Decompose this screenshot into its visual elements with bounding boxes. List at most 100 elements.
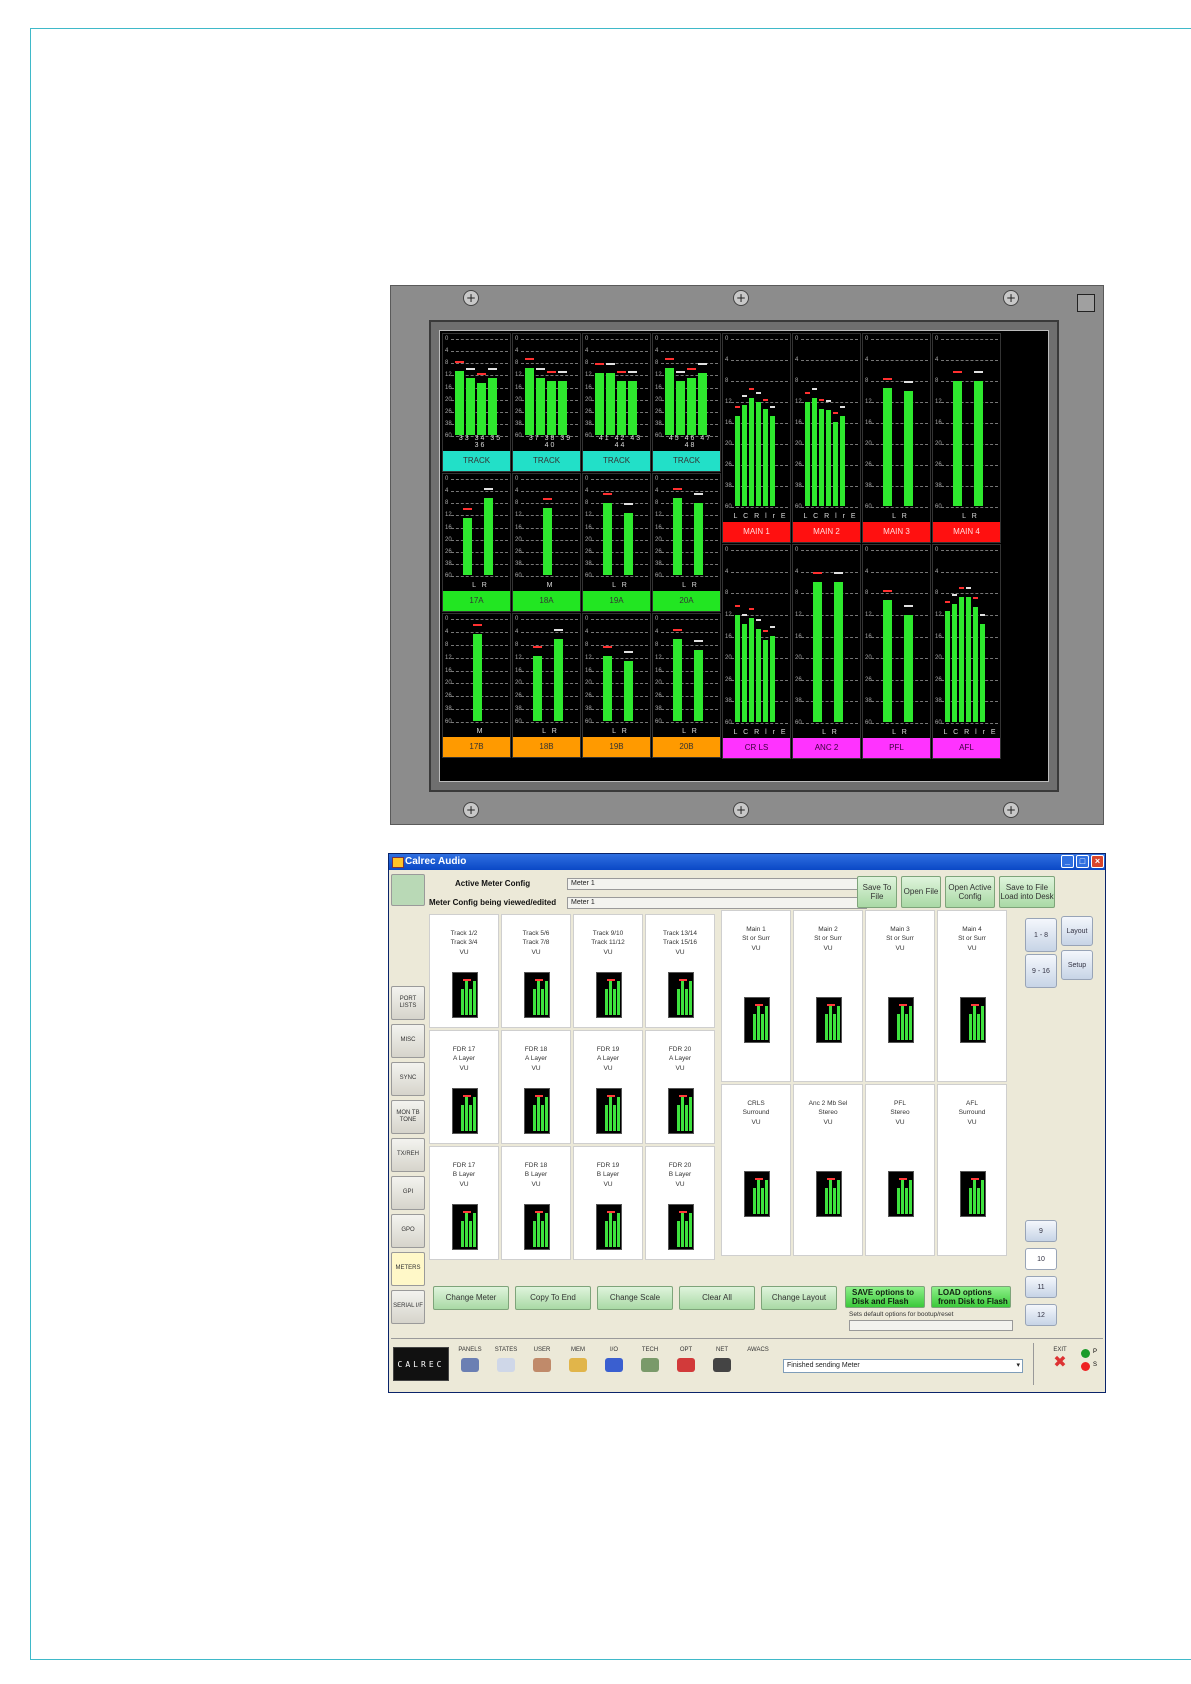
scale-tick <box>731 381 788 383</box>
cell-line: FDR 20 <box>668 1162 692 1169</box>
scale-tick <box>941 571 998 574</box>
level-bar <box>693 650 703 721</box>
meter-config-cell[interactable]: Track 9/10 Track 11/12 VU <box>573 914 643 1028</box>
bottom-button-1[interactable]: Copy To End <box>515 1286 591 1310</box>
cell-line: Track 1/2 <box>450 930 478 937</box>
meter-config-cell[interactable]: FDR 17 A Layer VU <box>429 1030 499 1144</box>
bottom-button-2[interactable]: Change Scale <box>597 1286 673 1310</box>
peak-marker <box>525 358 534 360</box>
nav-item-2[interactable]: SYNC <box>391 1062 425 1096</box>
meter-config-cell[interactable]: FDR 19 A Layer VU <box>573 1030 643 1144</box>
scale-mark: 4 <box>795 568 799 575</box>
peak-marker <box>466 368 475 370</box>
tool-2[interactable]: USER <box>525 1347 559 1383</box>
meter-config-cell[interactable]: FDR 17 B Layer VU <box>429 1146 499 1260</box>
tool-5[interactable]: TECH <box>633 1347 667 1383</box>
minimize-icon[interactable]: _ <box>1061 855 1074 868</box>
meter-config-cell[interactable]: FDR 18 B Layer VU <box>501 1146 571 1260</box>
side-button-1[interactable]: 9 - 16 <box>1025 954 1057 988</box>
bottom-button-0[interactable]: Change Meter <box>433 1286 509 1310</box>
level-bar <box>952 381 962 506</box>
cell-line: Surround <box>742 1109 770 1117</box>
load-options-button[interactable]: LOAD options from Disk to Flash <box>931 1286 1011 1308</box>
meter-config-cell[interactable]: Main 3 St or Surr VU <box>865 910 935 1082</box>
meter-config-cell[interactable]: Track 13/14 Track 15/16 VU <box>645 914 715 1028</box>
nav-item-6[interactable]: GPO <box>391 1214 425 1248</box>
cell-line: AFL <box>966 1100 978 1107</box>
meter-config-cell[interactable]: Track 5/6 Track 7/8 VU <box>501 914 571 1028</box>
meter-config-cell[interactable]: FDR 20 B Layer VU <box>645 1146 715 1260</box>
mini-meter-peak <box>971 1004 979 1006</box>
cell-line: VU <box>823 1118 833 1126</box>
viewed-config-field[interactable]: Meter 1 <box>567 897 867 909</box>
page-button-3[interactable]: 12 <box>1025 1304 1057 1326</box>
side-button-0[interactable]: 1 - 8 <box>1025 918 1057 952</box>
tool-8[interactable]: AWACS <box>741 1347 775 1383</box>
nav-item-5[interactable]: GPI <box>391 1176 425 1210</box>
nav-item-3[interactable]: MON TB TONE <box>391 1100 425 1134</box>
peak-marker <box>952 594 957 596</box>
scale-tick <box>731 507 788 509</box>
meter-config-cell[interactable]: Anc 2 Mb Sel Stereo VU <box>793 1084 863 1256</box>
meter-label: MAIN 1 <box>723 522 790 542</box>
meter-config-cell[interactable]: FDR 19 B Layer VU <box>573 1146 643 1260</box>
screw-icon: + <box>733 802 749 818</box>
tool-0[interactable]: PANELS <box>453 1347 487 1383</box>
meter-config-cell[interactable]: FDR 20 A Layer VU <box>645 1030 715 1144</box>
top-button-2[interactable]: Open Active Config <box>945 876 995 908</box>
nav-item-0[interactable]: PORT LISTS <box>391 986 425 1020</box>
meter-config-cell[interactable]: Track 1/2 Track 3/4 VU <box>429 914 499 1028</box>
peak-marker <box>553 629 563 631</box>
tool-6[interactable]: OPT <box>669 1347 703 1383</box>
tool-1[interactable]: STATES <box>489 1347 523 1383</box>
page-button-1[interactable]: 10 <box>1025 1248 1057 1270</box>
meter-config-cell[interactable]: Main 2 St or Surr VU <box>793 910 863 1082</box>
status-message-combo[interactable]: Finished sending Meter ▾ <box>783 1359 1023 1373</box>
title-bar[interactable]: Calrec Audio _ □ × <box>389 854 1105 870</box>
exit-tool[interactable]: EXIT ✖ <box>1043 1347 1077 1383</box>
page-button-2[interactable]: 11 <box>1025 1276 1057 1298</box>
save-options-button[interactable]: SAVE options to Disk and Flash <box>845 1286 925 1308</box>
nav-item-1[interactable]: MISC <box>391 1024 425 1058</box>
nav-item-7[interactable]: METERS <box>391 1252 425 1286</box>
close-icon[interactable]: × <box>1091 855 1104 868</box>
bottom-button-4[interactable]: Change Layout <box>761 1286 837 1310</box>
meter-config-cell[interactable]: CRLS Surround VU <box>721 1084 791 1256</box>
tool-label: USER <box>533 1347 551 1353</box>
mini-meter-bar <box>977 1014 980 1040</box>
meter-config-cell[interactable]: PFL Stereo VU <box>865 1084 935 1256</box>
s-indicator-label: S <box>1093 1362 1098 1368</box>
top-button-0[interactable]: Save To File <box>857 876 897 908</box>
scale-tick <box>591 351 648 353</box>
top-button-3[interactable]: Save to File Load into Desk <box>999 876 1055 908</box>
tool-3[interactable]: MEM <box>561 1347 595 1383</box>
tool-4[interactable]: I/O <box>597 1347 631 1383</box>
mini-meter-bar <box>609 1097 612 1131</box>
meter-strip: 0 4 8 12 16 20 26 38 60 L R 20A <box>652 473 721 612</box>
tool-7[interactable]: NET <box>705 1347 739 1383</box>
maximize-icon[interactable]: □ <box>1076 855 1089 868</box>
side-button-3[interactable]: Setup <box>1061 950 1093 980</box>
chevron-down-icon[interactable]: ▾ <box>1016 1360 1020 1372</box>
bottom-button-3[interactable]: Clear All <box>679 1286 755 1310</box>
meter-config-cell[interactable]: FDR 18 A Layer VU <box>501 1030 571 1144</box>
top-button-1[interactable]: Open File <box>901 876 941 908</box>
viewed-config-label: Meter Config being viewed/edited <box>429 898 557 907</box>
scale-tick <box>521 619 578 621</box>
nav-item-4[interactable]: TX/REH <box>391 1138 425 1172</box>
cell-line: VU <box>751 944 761 952</box>
side-button-2[interactable]: Layout <box>1061 916 1093 946</box>
meter-config-cell[interactable]: Main 4 St or Surr VU <box>937 910 1007 1082</box>
channel-labels: L C R l r E <box>733 729 788 736</box>
mini-meter-icon <box>596 1088 622 1134</box>
page-button-0[interactable]: 9 <box>1025 1220 1057 1242</box>
scale-tick <box>801 658 858 660</box>
meter-config-cell[interactable]: AFL Surround VU <box>937 1084 1007 1256</box>
active-config-field[interactable]: Meter 1 <box>567 878 867 890</box>
level-bar <box>623 661 633 721</box>
nav-item-8[interactable]: SERIAL I/F <box>391 1290 425 1324</box>
scale-tick <box>871 571 928 574</box>
level-bar <box>693 503 703 575</box>
meter-config-cell[interactable]: Main 1 St or Surr VU <box>721 910 791 1082</box>
mini-meter-bar <box>545 1097 548 1131</box>
